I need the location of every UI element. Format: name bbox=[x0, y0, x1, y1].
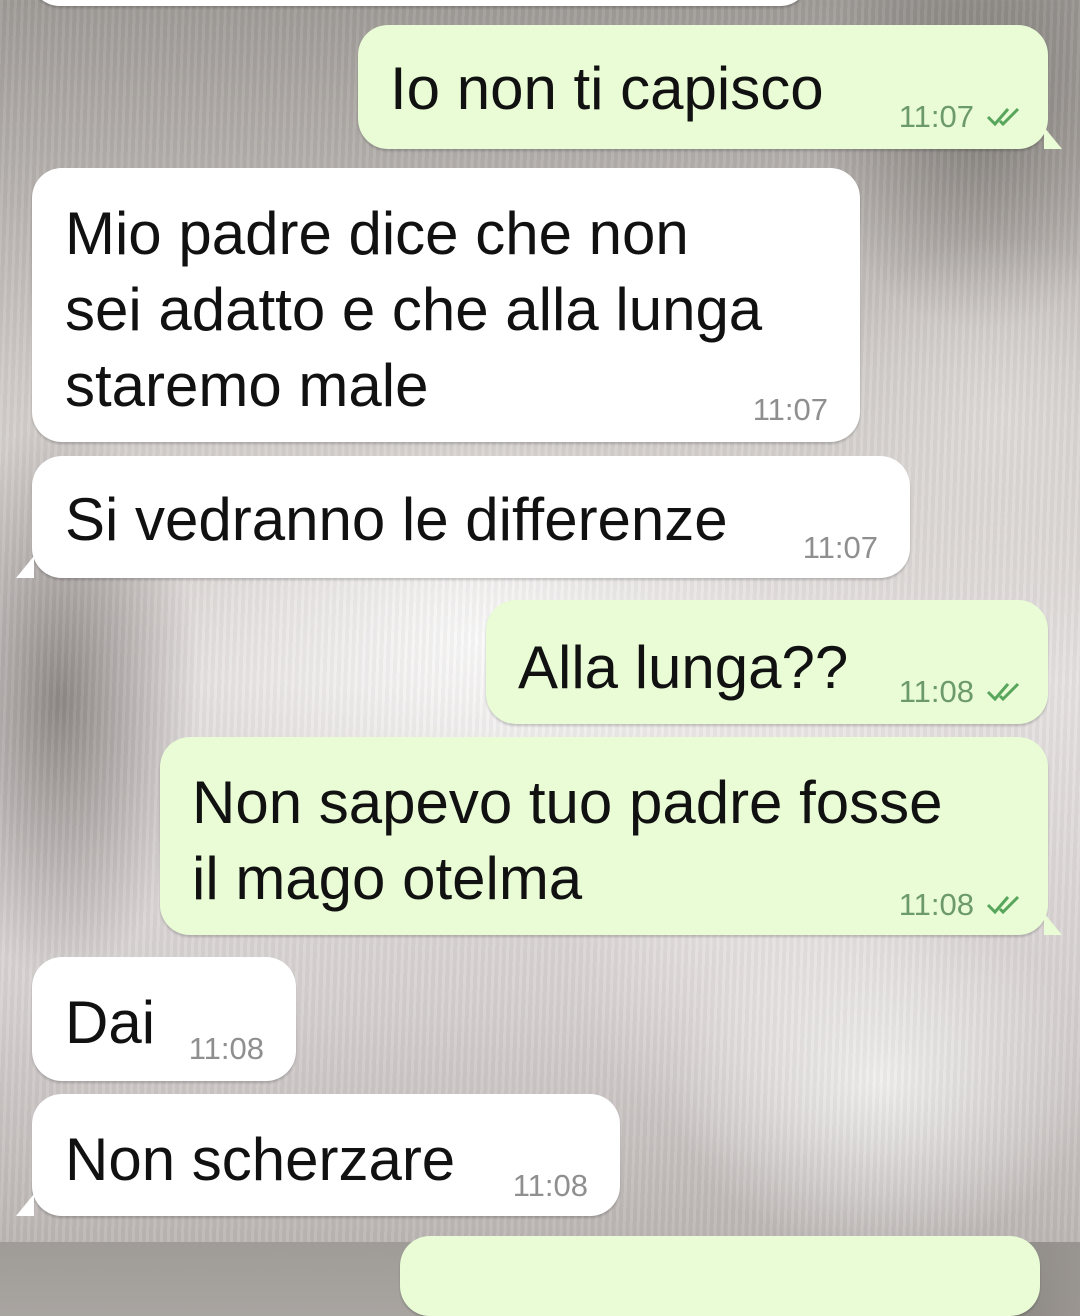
message-text: Io non ti capisco bbox=[390, 55, 824, 122]
message-time: 11:08 bbox=[898, 887, 974, 922]
message-meta: 11:08 bbox=[899, 887, 1026, 923]
message-bubble-incoming[interactable]: Mio padre dice che non sei adatto e che … bbox=[32, 168, 860, 442]
double-check-icon bbox=[986, 107, 1020, 127]
message-text: Dai bbox=[65, 989, 156, 1056]
message-meta: 11:07 bbox=[899, 99, 1026, 135]
message-time: 11:07 bbox=[752, 392, 828, 427]
message-text: Mio padre dice che non sei adatto e che … bbox=[65, 200, 763, 419]
message-bubble-outgoing[interactable]: Non sapevo tuo padre fosse il mago otelm… bbox=[160, 737, 1048, 935]
bubble-tail bbox=[16, 556, 34, 578]
message-bubble-outgoing[interactable]: Alla lunga?? 11:08 bbox=[486, 600, 1048, 724]
message-text: Non scherzare bbox=[65, 1126, 456, 1193]
message-bubble-incoming[interactable]: Non scherzare 11:08 bbox=[32, 1094, 620, 1216]
message-time: 11:08 bbox=[188, 1031, 264, 1066]
bubble-tail bbox=[1044, 913, 1062, 935]
message-text: Non sapevo tuo padre fosse il mago otelm… bbox=[192, 769, 943, 912]
message-text: Si vedranno le differenze bbox=[65, 486, 728, 553]
bubble-tail bbox=[16, 1194, 34, 1216]
message-bubble-outgoing[interactable]: Io non ti capisco 11:07 bbox=[358, 25, 1048, 149]
message-time: 11:07 bbox=[802, 530, 878, 565]
message-time: 11:08 bbox=[512, 1168, 588, 1203]
message-meta: 11:08 bbox=[899, 674, 1026, 710]
message-time: 11:07 bbox=[898, 99, 974, 134]
message-text: Alla lunga?? bbox=[518, 634, 849, 701]
double-check-icon bbox=[986, 895, 1020, 915]
bubble-tail bbox=[1044, 127, 1062, 149]
message-bubble-incoming[interactable]: Dai 11:08 bbox=[32, 957, 296, 1081]
double-check-icon bbox=[986, 682, 1020, 702]
message-bubble-incoming[interactable]: Si vedranno le differenze 11:07 bbox=[32, 456, 910, 578]
message-bubble-partial-bottom[interactable] bbox=[400, 1236, 1040, 1316]
message-bubble-partial-top[interactable] bbox=[30, 0, 810, 6]
message-time: 11:08 bbox=[898, 674, 974, 709]
